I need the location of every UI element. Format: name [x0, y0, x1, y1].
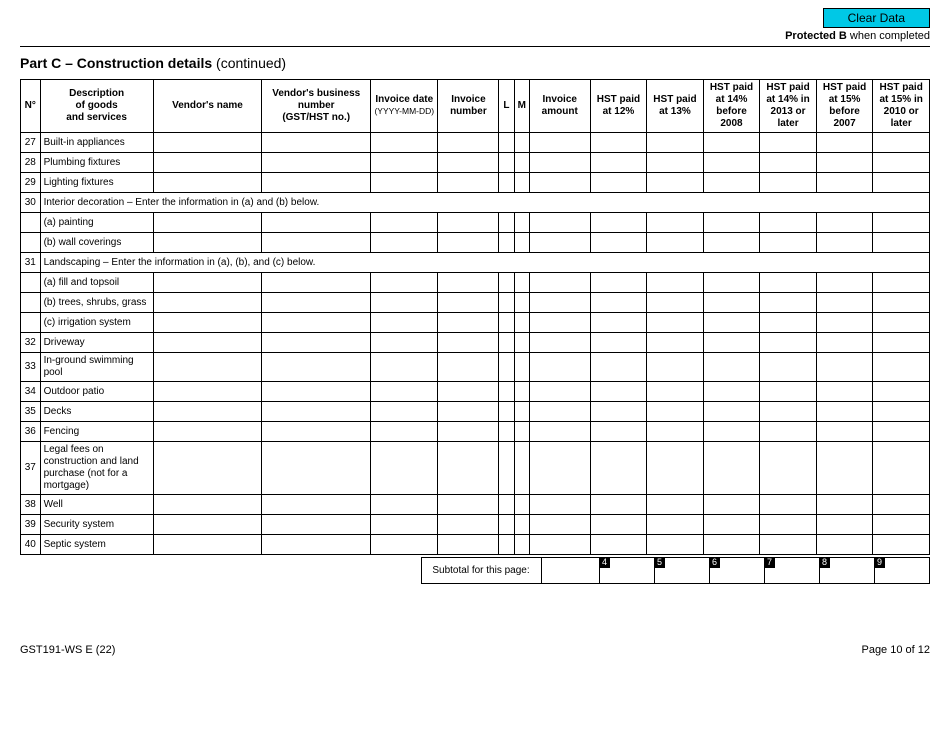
table-row: (b) wall coverings	[21, 233, 930, 253]
table-row: 36Fencing	[21, 422, 930, 442]
table-row: 29Lighting fixtures	[21, 173, 930, 193]
table-row: 34Outdoor patio	[21, 382, 930, 402]
col-amt: Invoiceamount	[529, 80, 590, 133]
table-row: 40Septic system	[21, 535, 930, 555]
form-id: GST191-WS E (22)	[20, 644, 115, 656]
col-vendor: Vendor's name	[153, 80, 262, 133]
col-desc: Descriptionof goodsand services	[40, 80, 153, 133]
subtotal-label: Subtotal for this page:	[421, 558, 541, 584]
subtotal-row: Subtotal for this page: 4 5 6 7 8 9	[421, 557, 931, 584]
construction-table: N° Descriptionof goodsand services Vendo…	[20, 79, 930, 555]
col-h14b: HST paidat 14%before2008	[703, 80, 760, 133]
col-l: L	[499, 80, 514, 133]
col-h14a: HST paidat 14% in2013 orlater	[760, 80, 817, 133]
subtotal-h15a[interactable]: 9	[875, 558, 930, 584]
section-title: Part C – Construction details (continued…	[20, 55, 930, 71]
col-m: M	[514, 80, 529, 133]
table-row: 39Security system	[21, 515, 930, 535]
clear-data-button[interactable]: Clear Data	[823, 8, 930, 28]
table-row: 28Plumbing fixtures	[21, 153, 930, 173]
subtotal-h14b[interactable]: 6	[710, 558, 765, 584]
table-row: 30Interior decoration – Enter the inform…	[21, 193, 930, 213]
subtotal-h13[interactable]: 5	[655, 558, 710, 584]
table-row: 32Driveway	[21, 333, 930, 353]
col-biz: Vendor's businessnumber(GST/HST no.)	[262, 80, 371, 133]
col-h12: HST paidat 12%	[590, 80, 647, 133]
col-invnum: Invoicenumber	[438, 80, 499, 133]
protected-label: Protected B when completed	[20, 30, 930, 42]
table-row: 35Decks	[21, 402, 930, 422]
col-n: N°	[21, 80, 41, 133]
subtotal-amt[interactable]	[541, 558, 600, 584]
page-number: Page 10 of 12	[861, 644, 930, 656]
subtotal-h12[interactable]: 4	[600, 558, 655, 584]
col-h15a: HST paidat 15% in2010 orlater	[873, 80, 930, 133]
subtotal-h14a[interactable]: 7	[765, 558, 820, 584]
table-row: (a) fill and topsoil	[21, 273, 930, 293]
table-row: 33In-ground swimming pool	[21, 353, 930, 382]
table-row: 37Legal fees on construction and land pu…	[21, 442, 930, 495]
table-row: (b) trees, shrubs, grass	[21, 293, 930, 313]
table-row: 27Built-in appliances	[21, 133, 930, 153]
table-row: 38Well	[21, 495, 930, 515]
table-row: (a) painting	[21, 213, 930, 233]
col-h13: HST paidat 13%	[647, 80, 704, 133]
table-row: (c) irrigation system	[21, 313, 930, 333]
col-h15b: HST paidat 15%before2007	[816, 80, 873, 133]
col-invdate: Invoice date(YYYY-MM-DD)	[371, 80, 438, 133]
table-row: 31Landscaping – Enter the information in…	[21, 253, 930, 273]
subtotal-h15b[interactable]: 8	[820, 558, 875, 584]
